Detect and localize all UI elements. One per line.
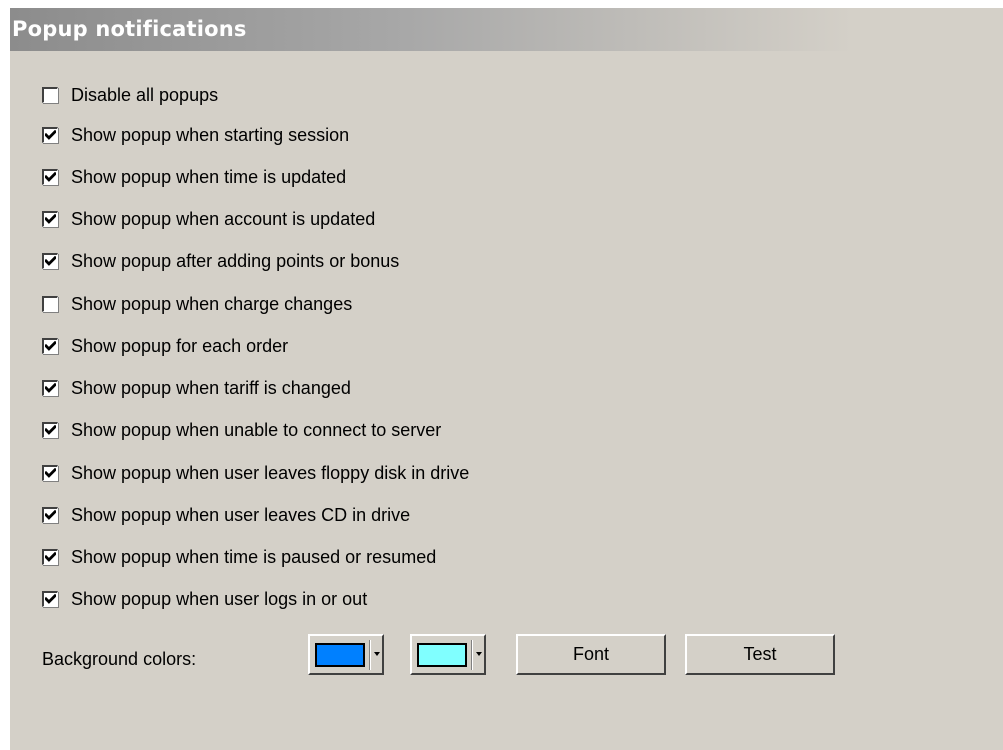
option-label: Show popup for each order xyxy=(71,335,289,356)
checkbox[interactable] xyxy=(42,87,58,103)
option-user-logs[interactable]: Show popup when user logs in or out xyxy=(42,587,367,611)
section-header: Popup notifications xyxy=(10,8,1003,51)
option-label: Show popup when unable to connect to ser… xyxy=(71,419,442,440)
checkbox[interactable] xyxy=(42,465,58,481)
option-starting-session[interactable]: Show popup when starting session xyxy=(42,123,349,147)
checkbox[interactable] xyxy=(42,338,58,354)
check-icon xyxy=(45,425,56,435)
option-each-order[interactable]: Show popup for each order xyxy=(42,334,288,358)
checkbox[interactable] xyxy=(42,422,58,438)
test-button[interactable]: Test xyxy=(685,634,835,675)
check-icon xyxy=(45,510,56,520)
color-swatch-1 xyxy=(315,643,365,667)
option-floppy-in-drive[interactable]: Show popup when user leaves floppy disk … xyxy=(42,461,469,485)
checkbox[interactable] xyxy=(42,169,58,185)
checkbox[interactable] xyxy=(42,507,58,523)
option-unable-connect[interactable]: Show popup when unable to connect to ser… xyxy=(42,418,441,442)
option-label: Show popup when user leaves CD in drive xyxy=(71,504,411,525)
divider xyxy=(369,640,371,670)
divider xyxy=(471,640,473,670)
option-label: Show popup when user logs in or out xyxy=(71,588,368,609)
option-label: Show popup when starting session xyxy=(71,124,350,145)
check-icon xyxy=(45,130,56,140)
option-label: Show popup when user leaves floppy disk … xyxy=(71,462,470,483)
check-icon xyxy=(45,594,56,604)
option-tariff-changed[interactable]: Show popup when tariff is changed xyxy=(42,376,351,400)
option-label: Show popup when account is updated xyxy=(71,208,376,229)
check-icon xyxy=(45,552,56,562)
background-color-1-picker[interactable] xyxy=(308,634,384,675)
checkbox[interactable] xyxy=(42,127,58,143)
option-disable-all-popups[interactable]: Disable all popups xyxy=(42,83,218,107)
option-label: Show popup when time is updated xyxy=(71,166,347,187)
check-icon xyxy=(45,383,56,393)
background-color-2-picker[interactable] xyxy=(410,634,486,675)
checkbox[interactable] xyxy=(42,549,58,565)
font-button[interactable]: Font xyxy=(516,634,666,675)
check-icon xyxy=(45,468,56,478)
option-cd-in-drive[interactable]: Show popup when user leaves CD in drive xyxy=(42,503,410,527)
check-icon xyxy=(45,172,56,182)
option-charge-changes[interactable]: Show popup when charge changes xyxy=(42,292,352,316)
checkbox[interactable] xyxy=(42,380,58,396)
option-time-paused[interactable]: Show popup when time is paused or resume… xyxy=(42,545,436,569)
option-label: Show popup when charge changes xyxy=(71,293,353,314)
option-label: Show popup after adding points or bonus xyxy=(71,250,400,271)
option-label: Disable all popups xyxy=(71,84,219,105)
check-icon xyxy=(45,214,56,224)
check-icon xyxy=(45,341,56,351)
color-swatch-2 xyxy=(417,643,467,667)
dropdown-arrow-icon xyxy=(374,652,380,656)
option-adding-points[interactable]: Show popup after adding points or bonus xyxy=(42,249,399,273)
option-label: Show popup when time is paused or resume… xyxy=(71,546,437,567)
option-label: Show popup when tariff is changed xyxy=(71,377,351,398)
background-colors-label: Background colors: xyxy=(42,649,197,669)
checkbox[interactable] xyxy=(42,253,58,269)
checkbox[interactable] xyxy=(42,591,58,607)
dropdown-arrow-icon xyxy=(476,652,482,656)
check-icon xyxy=(45,256,56,266)
popup-notifications-panel: Popup notifications Disable all popups S… xyxy=(10,8,1003,750)
option-time-updated[interactable]: Show popup when time is updated xyxy=(42,165,346,189)
option-account-updated[interactable]: Show popup when account is updated xyxy=(42,207,375,231)
checkbox[interactable] xyxy=(42,211,58,227)
section-title: Popup notifications xyxy=(12,17,247,41)
checkbox[interactable] xyxy=(42,296,58,312)
